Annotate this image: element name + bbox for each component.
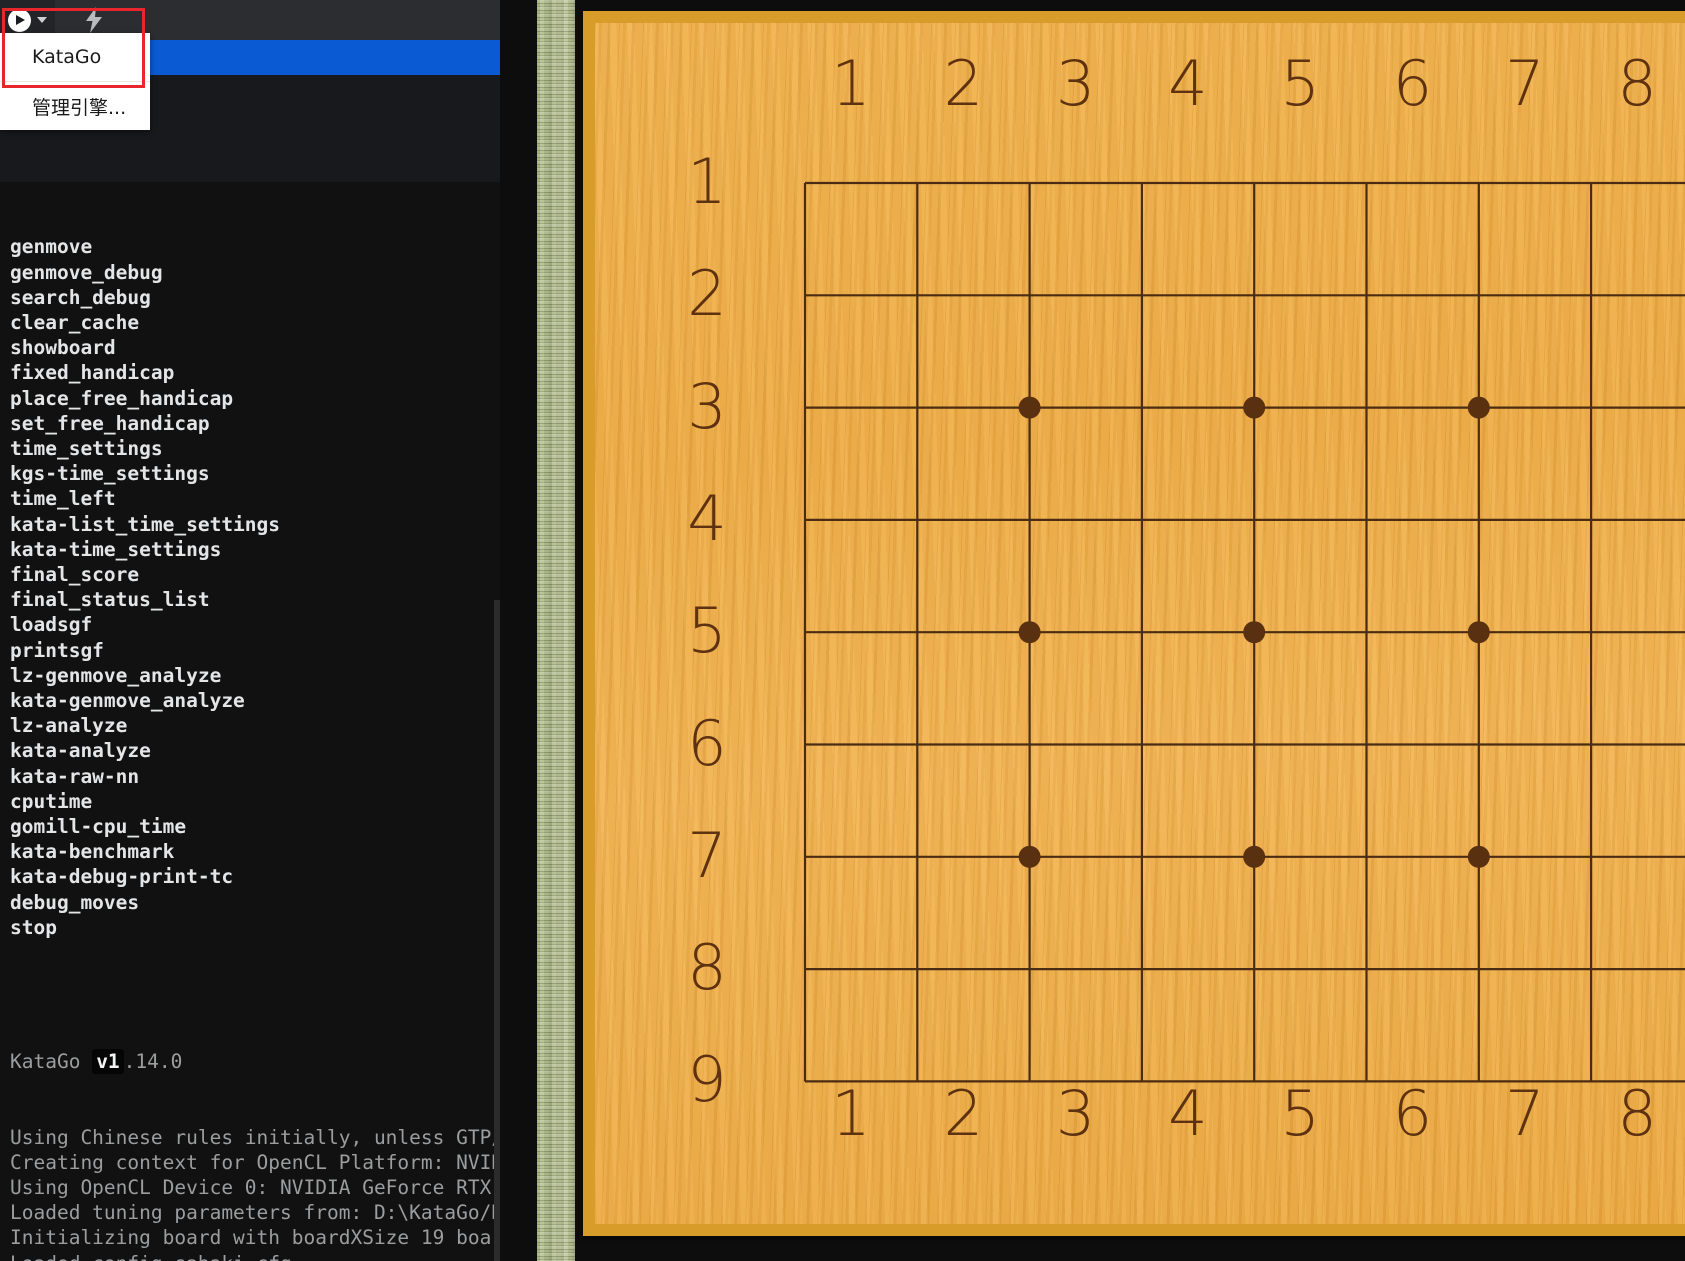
board-coord-left: 8 [687,931,727,1005]
version-suffix: .14.0 [123,1049,183,1073]
gtp-command: kata-debug-print-tc [10,865,234,889]
engine-log-block: KataGo v1.14.0 Using Chinese rules initi… [0,999,500,1261]
star-point [1243,845,1266,868]
board-coord-bottom: 6 [1392,1077,1433,1150]
gtp-command: search_debug [10,285,151,309]
board-coord-top: 3 [1055,47,1096,120]
board-coord-top: 1 [831,47,871,120]
board-coord-bottom: 3 [1055,1077,1096,1150]
engine-log-line: Using OpenCL Device 0: NVIDIA GeForce RT… [10,1175,500,1199]
gtp-command: time_left [10,487,116,511]
star-point [1467,621,1490,644]
go-board-surface[interactable]: 123456789123456789123456789 [595,23,1685,1224]
gtp-command: cputime [10,789,93,813]
engine-console-panel: genmove genmove_debug search_debug clear_ca… [0,0,500,1261]
board-coord-left: 7 [687,818,727,892]
gtp-command: loadsgf [10,613,93,637]
gtp-command: kata-raw-nn [10,764,140,788]
board-coord-top: 7 [1505,47,1545,120]
gtp-command: final_status_list [10,588,210,612]
engine-log-line: Loaded config sabaki.cfg [10,1251,500,1261]
go-board-region[interactable]: 123456789123456789123456789 [575,11,1685,1248]
star-point [1243,396,1266,419]
gtp-command: fixed_handicap [10,361,175,385]
app-root: genmove genmove_debug search_debug clear_ca… [0,0,1685,1261]
lightning-bolt-icon [85,7,102,33]
engine-log-line: Using Chinese rules initially, unless GT… [10,1125,500,1149]
star-point [1467,396,1490,419]
star-point [1018,845,1041,868]
star-point [1467,845,1490,868]
chevron-down-icon [37,17,47,23]
gtp-command: genmove [10,235,93,259]
menu-item-manage-engines[interactable]: 管理引擎... [0,81,150,130]
menu-item-katago[interactable]: KataGo [0,33,150,81]
board-coord-left: 3 [687,369,727,443]
gtp-command: kata-time_settings [10,537,222,561]
gtp-command: kata-genmove_analyze [10,689,245,713]
menu-item-label: 管理引擎... [32,96,127,119]
gtp-command: kgs-time_settings [10,462,210,486]
green-texture-strip [537,0,575,1261]
go-board-border: 123456789123456789123456789 [583,11,1685,1236]
board-coord-left: 9 [687,1043,727,1117]
version-line: KataGo v1.14.0 [10,1048,500,1074]
gtp-command: set_free_handicap [10,411,210,435]
go-board-grid [803,181,1685,1083]
panel-gap [500,0,537,1261]
board-coord-top: 5 [1280,47,1320,120]
gtp-command: kata-list_time_settings [10,512,281,536]
star-point [1243,621,1266,644]
engine-log-line: Initializing board with boardXSize 19 bo… [10,1226,500,1250]
gtp-command: showboard [10,336,116,360]
gtp-command: gomill-cpu_time [10,815,187,839]
gtp-command: place_free_handicap [10,386,234,410]
gtp-command: kata-analyze [10,739,151,763]
board-coord-left: 2 [687,257,727,331]
gtp-command: kata-benchmark [10,840,175,864]
gtp-command: debug_moves [10,890,140,914]
engine-dropdown-menu[interactable]: KataGo 管理引擎... [0,33,150,130]
star-point [1018,621,1041,644]
gtp-command: clear_cache [10,311,140,335]
board-coord-left: 1 [687,145,727,218]
engine-log-line: Loaded tuning parameters from: D:\KataGo… [10,1201,500,1225]
board-coord-bottom: 2 [943,1077,984,1150]
gtp-command: printsgf [10,638,104,662]
board-coord-bottom: 1 [831,1077,871,1150]
gtp-command-list: genmove genmove_debug search_debug clear_ca… [0,232,500,940]
board-coord-bottom: 5 [1280,1077,1320,1150]
gtp-command: time_settings [10,437,163,461]
board-coord-bottom: 7 [1505,1077,1545,1150]
gtp-command: stop [10,915,57,939]
board-coord-left: 4 [687,481,727,555]
board-coord-top: 8 [1617,47,1657,120]
gtp-command: genmove_debug [10,260,163,284]
engine-output-console[interactable]: genmove genmove_debug search_debug clear_ca… [0,182,500,1261]
star-point [1018,396,1041,419]
board-coord-bottom: 4 [1168,1077,1208,1150]
play-circle-icon [8,8,31,32]
version-prefix: KataGo [10,1049,93,1073]
board-coord-left: 6 [687,706,727,780]
board-coord-top: 6 [1392,47,1433,120]
menu-item-label: KataGo [32,46,102,68]
engine-log-line: Creating context for OpenCL Platform: NV… [10,1150,500,1174]
gtp-command: lz-genmove_analyze [10,663,222,687]
board-coord-top: 4 [1168,47,1208,120]
gtp-command: final_score [10,563,140,587]
board-coord-left: 5 [687,594,727,668]
gtp-command: lz-analyze [10,714,128,738]
board-coord-top: 2 [943,47,984,120]
version-badge: v1 [92,1048,124,1074]
board-coord-bottom: 8 [1617,1077,1657,1150]
